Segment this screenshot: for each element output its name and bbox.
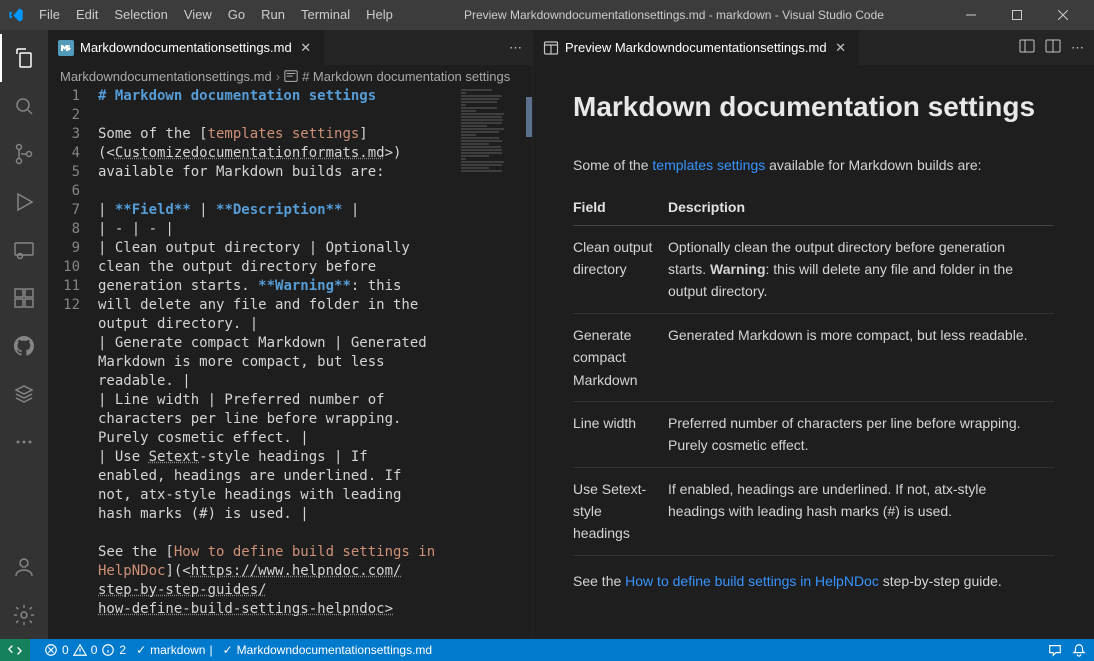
editor-group-right: Preview Markdowndocumentationsettings.md… [533,30,1094,639]
preview-intro: Some of the templates settings available… [573,154,1054,176]
status-feedback-icon[interactable] [1048,643,1062,657]
preview-icon [543,40,559,56]
table-row: Use Setext-style headingsIf enabled, hea… [573,467,1054,555]
tab-markdown-file[interactable]: Markdowndocumentationsettings.md ✕ [48,30,325,65]
templates-settings-link[interactable]: templates settings [652,157,765,173]
tab-label: Preview Markdowndocumentationsettings.md [565,40,827,55]
breadcrumb-file[interactable]: Markdowndocumentationsettings.md [60,69,272,84]
window-controls [948,0,1086,30]
tab-preview[interactable]: Preview Markdowndocumentationsettings.md… [533,30,860,65]
activity-source-control[interactable] [0,130,48,178]
preview-footer: See the How to define build settings in … [573,570,1054,592]
scrollbar-vertical[interactable] [518,87,532,639]
heading-icon [284,69,298,83]
vscode-logo-icon [8,7,24,23]
preview-heading: Markdown documentation settings [573,85,1054,130]
breadcrumb[interactable]: Markdowndocumentationsettings.md › # Mar… [48,65,532,87]
code-editor[interactable]: 123456789101112 # Markdown documentation… [48,87,532,639]
activity-more[interactable] [0,418,48,466]
table-row: Clean output directoryOptionally clean t… [573,225,1054,313]
activity-settings[interactable] [0,591,48,639]
titlebar: File Edit Selection View Go Run Terminal… [0,0,1094,30]
activity-stack[interactable] [0,370,48,418]
tab-label: Markdowndocumentationsettings.md [80,40,292,55]
preview-tabs: Preview Markdowndocumentationsettings.md… [533,30,1094,65]
breadcrumb-section[interactable]: # Markdown documentation settings [302,69,510,84]
editor-group-left: Markdowndocumentationsettings.md ✕ ⋯ Mar… [48,30,533,639]
remote-indicator[interactable] [0,639,30,661]
activity-remote-explorer[interactable] [0,226,48,274]
status-file[interactable]: ✓ Markdowndocumentationsettings.md [223,643,433,657]
table-row: Line widthPreferred number of characters… [573,401,1054,467]
markdown-file-icon [58,40,74,56]
status-bell-icon[interactable] [1072,643,1086,657]
main-menu: File Edit Selection View Go Run Terminal… [32,0,400,30]
chevron-right-icon: › [276,69,280,84]
menu-go[interactable]: Go [221,0,252,30]
menu-file[interactable]: File [32,0,67,30]
show-source-icon[interactable] [1019,38,1035,57]
table-header-field: Field [573,190,668,225]
activity-search[interactable] [0,82,48,130]
split-editor-icon[interactable] [1045,38,1061,57]
minimize-button[interactable] [948,0,994,30]
activity-extensions[interactable] [0,274,48,322]
table-header-description: Description [668,190,1054,225]
activity-github[interactable] [0,322,48,370]
maximize-button[interactable] [994,0,1040,30]
close-icon[interactable]: ✕ [298,40,314,56]
menu-selection[interactable]: Selection [107,0,174,30]
tab-more-icon[interactable]: ⋯ [1071,40,1084,56]
close-button[interactable] [1040,0,1086,30]
activity-run-debug[interactable] [0,178,48,226]
markdown-preview[interactable]: Markdown documentation settings Some of … [533,65,1094,639]
helpndoc-link[interactable]: How to define build settings in HelpNDoc [625,573,879,589]
window-title: Preview Markdowndocumentationsettings.md… [400,8,948,22]
activity-explorer[interactable] [0,34,48,82]
menu-run[interactable]: Run [254,0,292,30]
line-numbers: 123456789101112 [48,87,98,639]
menu-view[interactable]: View [177,0,219,30]
editor-tabs: Markdowndocumentationsettings.md ✕ ⋯ [48,30,532,65]
status-problems[interactable]: 0 0 2 [44,643,126,657]
workspace: Markdowndocumentationsettings.md ✕ ⋯ Mar… [48,30,1094,639]
menu-edit[interactable]: Edit [69,0,105,30]
preview-table: Field Description Clean output directory… [573,190,1054,556]
menu-terminal[interactable]: Terminal [294,0,357,30]
status-language[interactable]: ✓ markdown | [136,643,213,657]
activity-account[interactable] [0,543,48,591]
minimap[interactable] [459,87,514,639]
close-icon[interactable]: ✕ [833,40,849,56]
tab-more-icon[interactable]: ⋯ [509,40,522,56]
status-bar: 0 0 2 ✓ markdown | ✓ Markdowndocumentati… [0,639,1094,661]
activity-bar [0,30,48,639]
main-area: Markdowndocumentationsettings.md ✕ ⋯ Mar… [0,30,1094,639]
menu-help[interactable]: Help [359,0,400,30]
table-row: Generate compact MarkdownGenerated Markd… [573,313,1054,401]
